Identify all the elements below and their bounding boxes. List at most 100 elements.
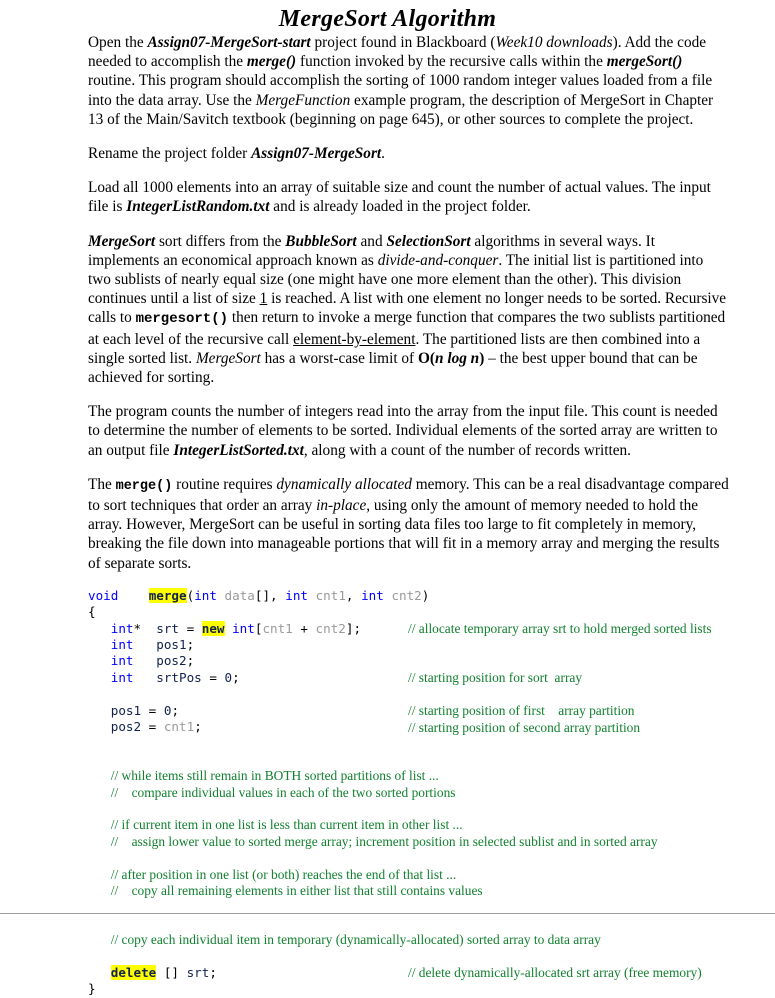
code-token: 0: [224, 669, 233, 685]
code-token: ;: [171, 702, 180, 718]
code-line: int srtPos = 0; // starting position for …: [88, 670, 729, 686]
output-file-name: IntegerListSorted.txt: [173, 441, 304, 459]
code-token: cnt1: [262, 620, 293, 636]
code-token: ;: [186, 653, 195, 669]
code-comment: // while items still remain in BOTH sort…: [110, 768, 439, 784]
code-tokens: [88, 867, 111, 882]
code-tokens: {: [88, 604, 96, 619]
text-run: The: [88, 475, 116, 493]
code-token: []: [156, 964, 187, 980]
paragraph-mergesort-description: MergeSort sort differs from the BubbleSo…: [88, 232, 729, 388]
code-token: int: [232, 620, 255, 636]
code-tokens: void merge(int data[], int cnt1, int cnt…: [88, 587, 430, 603]
code-comment: // copy each individual item in temporar…: [110, 932, 601, 948]
code-comment: // assign lower value to sorted merge ar…: [110, 833, 658, 849]
page-footer-divider: [0, 913, 775, 914]
code-mergesort-call: mergesort(): [135, 311, 229, 328]
example-program-name: MergeFunction: [255, 91, 351, 109]
code-token: cnt1: [163, 719, 195, 734]
code-tokens: [88, 817, 111, 832]
algorithm-mergesort: MergeSort: [88, 232, 156, 250]
document-body: Open the Assign07-MergeSort-start projec…: [0, 33, 775, 998]
text-run: and: [356, 232, 387, 250]
code-token: void: [88, 587, 119, 603]
text-run: has a worst-case limit of: [260, 349, 418, 367]
text-run: Rename the project folder: [88, 145, 252, 163]
paragraph-dynamic-memory: The merge() routine requires dynamically…: [88, 475, 729, 573]
code-token: pos2: [110, 719, 142, 734]
project-name-start: Assign07-MergeSort-start: [147, 34, 311, 51]
code-line: }: [88, 981, 729, 997]
code-token: pos1: [156, 637, 187, 653]
function-merge: merge(): [246, 53, 297, 71]
code-token: ;: [232, 669, 240, 685]
code-token: }: [88, 981, 96, 997]
code-token: int: [110, 637, 134, 653]
text-run: project found in Blackboard (: [310, 34, 496, 51]
text-run: function invoked by the recursive calls …: [296, 53, 607, 71]
page-title: MergeSort Algorithm: [278, 6, 497, 32]
code-comment: // allocate temporary array srt to hold …: [408, 621, 712, 637]
algorithm-bubblesort: BubbleSort: [285, 232, 357, 250]
code-token: ;: [209, 964, 217, 980]
code-line: {: [88, 604, 729, 620]
code-token: srt: [156, 620, 179, 636]
code-token: cnt2: [315, 620, 346, 636]
term-element-by-element: element-by-element: [293, 330, 416, 348]
code-token: new: [201, 620, 225, 636]
code-line: // if current item in one list is less t…: [88, 817, 729, 833]
code-tokens: pos2 = cnt1;: [88, 719, 202, 734]
code-comment: // starting position for sort array: [408, 670, 583, 686]
code-token: +: [292, 620, 316, 636]
code-tokens: pos1 = 0;: [88, 703, 179, 718]
code-comment: // compare individual values in each of …: [110, 784, 456, 800]
code-tokens: [88, 785, 111, 800]
code-line: int pos2;: [88, 653, 729, 669]
term-dynamically-allocated: dynamically allocated: [276, 475, 412, 493]
complexity-open: O(: [417, 349, 435, 367]
code-line: // compare individual values in each of …: [88, 785, 729, 801]
paragraph-open-project: Open the Assign07-MergeSort-start projec…: [88, 33, 729, 129]
document-page: MergeSort Algorithm Open the Assign07-Me…: [0, 0, 775, 996]
text-run: .: [381, 145, 385, 163]
code-comment: // if current item in one list is less t…: [110, 817, 463, 833]
code-token: ): [421, 587, 430, 603]
code-token: int: [110, 620, 134, 636]
code-token: =: [179, 620, 202, 636]
code-line: int pos1;: [88, 637, 729, 653]
code-line: // copy all remaining elements in either…: [88, 883, 729, 899]
code-token: int: [110, 653, 134, 669]
code-merge-call: merge(): [115, 478, 173, 494]
code-tokens: int* srt = new int[cnt1 + cnt2];: [88, 620, 361, 636]
text-run: , along with a count of the number of re…: [303, 441, 631, 459]
code-tokens: int pos1;: [88, 637, 194, 652]
code-tokens: }: [88, 981, 96, 996]
code-comment: // starting position of second array par…: [408, 719, 641, 735]
code-token: data: [224, 587, 255, 603]
code-line: // copy each individual item in temporar…: [88, 932, 729, 948]
code-token: delete: [110, 964, 157, 980]
code-token: pos2: [156, 653, 187, 669]
code-token: int: [110, 669, 134, 685]
paragraph-load-elements: Load all 1000 elements into an array of …: [88, 178, 729, 216]
code-line: // while items still remain in BOTH sort…: [88, 768, 729, 784]
code-line: // assign lower value to sorted merge ar…: [88, 834, 729, 850]
paragraph-program-counts: The program counts the number of integer…: [88, 402, 729, 460]
code-token: *: [133, 620, 157, 636]
code-tokens: int srtPos = 0;: [88, 670, 240, 685]
